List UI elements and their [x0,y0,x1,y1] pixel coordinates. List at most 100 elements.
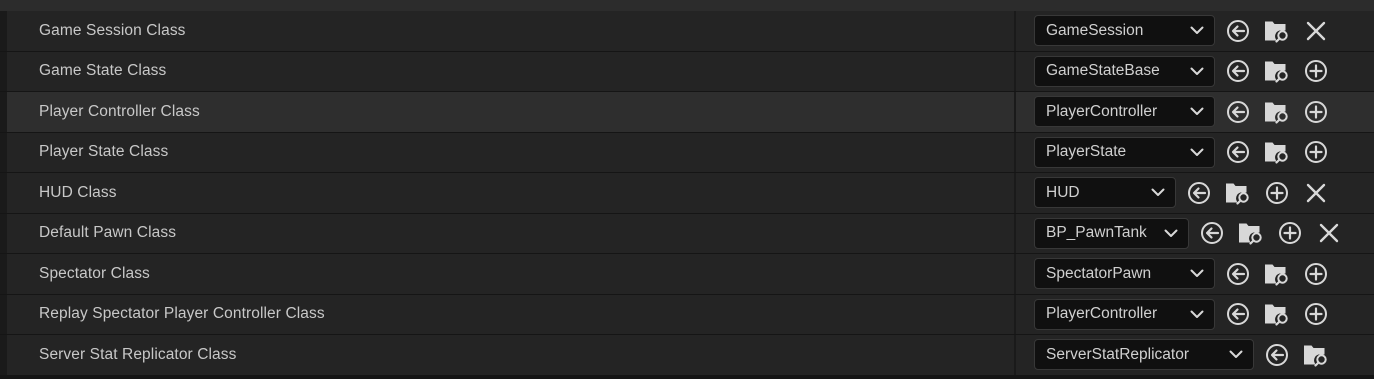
add-plus-icon[interactable] [1264,180,1290,206]
use-selected-arrow-icon[interactable] [1199,220,1225,246]
use-selected-arrow-icon[interactable] [1225,18,1251,44]
property-actions [1225,58,1342,84]
property-actions [1225,261,1342,287]
chevron-down-icon [1190,267,1204,281]
row-gutter [0,254,7,294]
property-value: PlayerController [1016,92,1374,132]
property-name: Replay Spectator Player Controller Class [7,295,1014,335]
class-picker-combo[interactable]: GameStateBase [1034,55,1215,87]
row-gutter [0,335,7,375]
property-name-label: Player Controller Class [39,102,200,120]
property-name: Player State Class [7,133,1014,173]
property-value: GameStateBase [1016,52,1374,92]
chevron-down-icon [1190,307,1204,321]
property-name-label: Game State Class [39,62,167,80]
class-picker-combo[interactable]: ServerStatReplicator [1034,339,1254,371]
browse-folder-icon[interactable] [1238,220,1264,246]
clear-x-icon[interactable] [1303,18,1329,44]
property-row-1: Game Session Class GameSession [0,11,1374,51]
property-value: PlayerController [1016,295,1374,335]
property-value: PlayerState [1016,133,1374,173]
property-name-label: Game Session Class [39,21,186,39]
class-picker-combo[interactable]: GameSession [1034,15,1215,47]
property-rows: Game Session Class GameSession Game Stat… [0,11,1374,376]
class-picker-value: ServerStatReplicator [1046,345,1190,363]
class-picker-value: PlayerController [1046,305,1158,323]
use-selected-arrow-icon[interactable] [1225,261,1251,287]
browse-folder-icon[interactable] [1264,301,1290,327]
row-gutter [0,11,7,51]
property-value: GameSession [1016,11,1374,51]
add-plus-icon[interactable] [1277,220,1303,246]
class-picker-value: HUD [1046,183,1080,201]
use-selected-arrow-icon[interactable] [1225,58,1251,84]
property-row-7: Spectator Class SpectatorPawn [0,254,1374,294]
use-selected-arrow-icon[interactable] [1225,301,1251,327]
browse-folder-icon[interactable] [1264,261,1290,287]
class-picker-value: GameSession [1046,21,1144,39]
use-selected-arrow-icon[interactable] [1186,180,1212,206]
class-picker-value: SpectatorPawn [1046,264,1152,282]
property-value: ServerStatReplicator [1016,335,1374,375]
property-actions [1225,301,1342,327]
class-picker-combo[interactable]: HUD [1034,177,1176,209]
property-name: Game State Class [7,52,1014,92]
class-picker-combo[interactable]: PlayerController [1034,96,1215,128]
browse-folder-icon[interactable] [1264,99,1290,125]
property-name-label: Replay Spectator Player Controller Class [39,305,325,323]
clear-x-icon[interactable] [1316,220,1342,246]
property-row-5: HUD Class HUD [0,173,1374,213]
property-row-8: Replay Spectator Player Controller Class… [0,294,1374,335]
row-gutter [0,92,7,132]
chevron-down-icon [1229,348,1243,362]
use-selected-arrow-icon[interactable] [1264,342,1290,368]
row-gutter [0,213,7,253]
chevron-down-icon [1164,226,1178,240]
row-gutter [0,294,7,334]
browse-folder-icon[interactable] [1225,180,1251,206]
add-plus-icon[interactable] [1303,99,1329,125]
property-actions [1186,180,1342,206]
browse-folder-icon[interactable] [1264,58,1290,84]
add-plus-icon[interactable] [1303,58,1329,84]
class-picker-combo[interactable]: BP_PawnTank [1034,217,1189,249]
property-name: Server Stat Replicator Class [7,335,1014,375]
row-gutter [0,51,7,91]
class-picker-combo[interactable]: SpectatorPawn [1034,258,1215,290]
property-actions [1199,220,1355,246]
browse-folder-icon[interactable] [1303,342,1329,368]
row-gutter [0,132,7,172]
property-actions [1225,18,1342,44]
chevron-down-icon [1190,24,1204,38]
property-name: Game Session Class [7,11,1014,51]
class-picker-combo[interactable]: PlayerController [1034,298,1215,330]
add-plus-icon[interactable] [1303,261,1329,287]
property-name-label: Server Stat Replicator Class [39,345,237,363]
add-plus-icon[interactable] [1303,301,1329,327]
property-value: HUD [1016,173,1374,213]
details-panel: Game Session Class GameSession Game Stat… [0,0,1374,379]
class-picker-value: PlayerState [1046,143,1127,161]
property-name: Player Controller Class [7,92,1014,132]
use-selected-arrow-icon[interactable] [1225,99,1251,125]
property-row-4: Player State Class PlayerState [0,132,1374,173]
row-gutter [0,173,7,213]
chevron-down-icon [1190,105,1204,119]
browse-folder-icon[interactable] [1264,18,1290,44]
property-value: SpectatorPawn [1016,254,1374,294]
clear-x-icon[interactable] [1303,180,1329,206]
property-name: Spectator Class [7,254,1014,294]
property-name: HUD Class [7,173,1014,213]
browse-folder-icon[interactable] [1264,139,1290,165]
class-picker-value: GameStateBase [1046,62,1160,80]
property-row-3: Player Controller Class PlayerController [0,92,1374,132]
add-plus-icon[interactable] [1303,139,1329,165]
property-name-label: Player State Class [39,143,169,161]
chevron-down-icon [1151,186,1165,200]
use-selected-arrow-icon[interactable] [1225,139,1251,165]
property-name-label: Spectator Class [39,264,150,282]
class-picker-value: PlayerController [1046,102,1158,120]
property-name-label: Default Pawn Class [39,224,177,242]
property-actions [1225,99,1342,125]
class-picker-combo[interactable]: PlayerState [1034,136,1215,168]
